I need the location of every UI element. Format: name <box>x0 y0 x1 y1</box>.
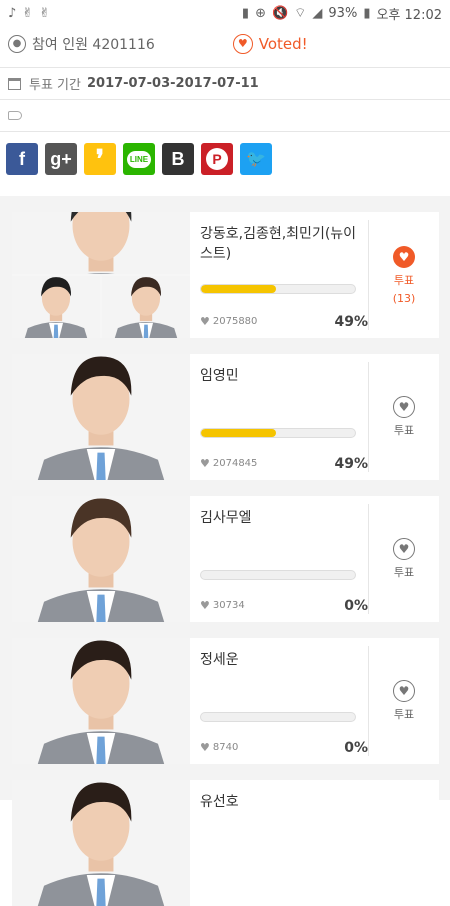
candidate-name: 강동호,김종현,최민기(뉴이스트) <box>200 226 357 262</box>
heart-icon: ♥ <box>232 33 253 54</box>
vote-label: 투표 <box>393 424 415 437</box>
sd-card-icon: ▮ <box>241 5 250 21</box>
voted-label: Voted! <box>258 34 308 53</box>
candidate-card[interactable]: ♥ 투표 정세운 ♥ 8740 0% <box>12 638 439 764</box>
member-photo <box>12 212 190 274</box>
vote-count: ♥ 30734 <box>200 599 245 612</box>
kakaostory-share-button[interactable]: ❜ <box>84 143 116 175</box>
user-icon: ● <box>8 34 26 53</box>
candidate-name: 임영민 <box>200 368 239 384</box>
vote-count: ♥ 2074845 <box>200 457 257 470</box>
vote-progress-bar <box>200 570 356 580</box>
battery-icon: ▮ <box>363 5 371 21</box>
member-photo <box>102 276 190 338</box>
candidate-card[interactable]: ♥ 투표 임영민 ♥ 2074845 49% <box>12 354 439 480</box>
google-plus-share-button[interactable]: g+ <box>45 143 77 175</box>
heart-icon: ♥ <box>200 741 210 754</box>
participants-count: 참여 인원 4201116 <box>32 36 155 53</box>
heart-icon: ♥ <box>393 538 415 560</box>
line-icon: LINE <box>126 150 152 168</box>
candidate-info: 유선호 <box>200 780 368 906</box>
mute-icon: 🔇 <box>271 5 289 21</box>
candidate-info: 강동호,김종현,최민기(뉴이스트) ♥ 2075880 49% <box>200 212 368 338</box>
heart-icon: ♥ <box>393 245 415 268</box>
period-row: 투표 기간 2017-07-03-2017-07-11 <box>0 68 450 100</box>
vote-progress-bar <box>200 284 356 294</box>
vote-label: 투표 <box>393 708 415 721</box>
band-share-button[interactable]: B <box>162 143 194 175</box>
twitter-share-button[interactable]: 🐦 <box>240 143 272 175</box>
candidate-info: 정세운 ♥ 8740 0% <box>200 638 368 764</box>
vote-button[interactable]: ♥ 투표 <box>369 496 439 622</box>
my-vote-count: (13) <box>392 291 416 305</box>
candidate-photo <box>12 780 190 906</box>
tag-row <box>0 100 450 132</box>
vote-label: 투표 <box>393 273 415 287</box>
share-buttons: f g+ ❜ LINE B P 🐦 <box>6 143 272 175</box>
vote-progress-fill <box>201 429 277 437</box>
music-note-icon: ♪ <box>8 5 17 21</box>
vote-progress-bar <box>200 428 356 438</box>
heart-icon: ♥ <box>200 599 210 612</box>
vote-count-value: 2075880 <box>212 316 258 327</box>
period-label: 투표 기간 <box>29 78 81 93</box>
kakaostory-icon: ❜ <box>95 143 105 174</box>
pinterest-share-button[interactable]: P <box>201 143 233 175</box>
voted-status: ♥ Voted! <box>232 33 308 54</box>
candidate-photo <box>12 354 190 480</box>
vote-progress-bar <box>200 712 356 722</box>
candidate-name: 유선호 <box>200 794 239 810</box>
vote-progress-fill <box>201 285 277 293</box>
participants-row: ● 참여 인원 4201116 ♥ Voted! <box>0 20 450 68</box>
vote-label: 투표 <box>393 566 415 579</box>
wifi-icon: ⌔ <box>294 6 307 21</box>
pinterest-icon: P <box>206 148 228 170</box>
heart-icon: ♥ <box>200 457 210 470</box>
vote-percent: 0% <box>344 740 368 756</box>
facebook-icon: f <box>19 148 25 169</box>
vote-button[interactable]: ♥ 투표 <box>369 354 439 480</box>
calendar-icon <box>8 77 21 90</box>
candidate-info: 김사무엘 ♥ 30734 0% <box>200 496 368 622</box>
vote-count: ♥ 8740 <box>200 741 238 754</box>
vote-button[interactable]: ♥ 투표 <box>369 638 439 764</box>
vote-count: ♥ 2075880 <box>200 315 257 328</box>
candidate-photo <box>12 638 190 764</box>
candidate-name: 정세운 <box>200 652 239 668</box>
candidate-name: 김사무엘 <box>200 510 252 526</box>
line-share-button[interactable]: LINE <box>123 143 155 175</box>
vote-percent: 49% <box>334 456 368 472</box>
band-icon: B <box>171 148 185 169</box>
tag-icon <box>8 111 22 120</box>
google-plus-icon: g+ <box>50 148 72 169</box>
heart-icon: ♥ <box>200 315 210 328</box>
candidate-card[interactable]: ♥ 투표 (13) 강동호,김종현,최민기(뉴이스트) ♥ 2075880 49% <box>12 212 439 338</box>
status-bar-left: ♪ ✌ ✌ <box>8 6 50 21</box>
heart-icon: ♥ <box>393 396 415 418</box>
vote-count-value: 2074845 <box>212 458 258 469</box>
vote-button[interactable]: ♥ 투표 (13) <box>369 212 439 338</box>
candidate-info: 임영민 ♥ 2074845 49% <box>200 354 368 480</box>
vote-count-value: 30734 <box>212 600 245 611</box>
twitter-icon: 🐦 <box>246 151 266 168</box>
heart-icon: ♥ <box>393 680 415 702</box>
data-saver-icon: ⊕ <box>255 5 266 21</box>
vote-count-value: 8740 <box>212 742 239 753</box>
victory-hand-icon: ✌ <box>22 5 34 21</box>
vote-percent: 0% <box>344 598 368 614</box>
battery-percent: 93% <box>328 5 358 21</box>
candidate-card[interactable]: 유선호 <box>12 780 439 906</box>
candidate-card[interactable]: ♥ 투표 김사무엘 ♥ 30734 0% <box>12 496 439 622</box>
signal-icon: ◢ <box>312 5 323 21</box>
facebook-share-button[interactable]: f <box>6 143 38 175</box>
period-value: 2017-07-03-2017-07-11 <box>86 76 259 91</box>
candidate-photo <box>12 212 190 338</box>
member-photo <box>12 276 100 338</box>
candidate-photo <box>12 496 190 622</box>
victory-hand-icon: ✌ <box>39 5 51 21</box>
vote-percent: 49% <box>334 314 368 330</box>
